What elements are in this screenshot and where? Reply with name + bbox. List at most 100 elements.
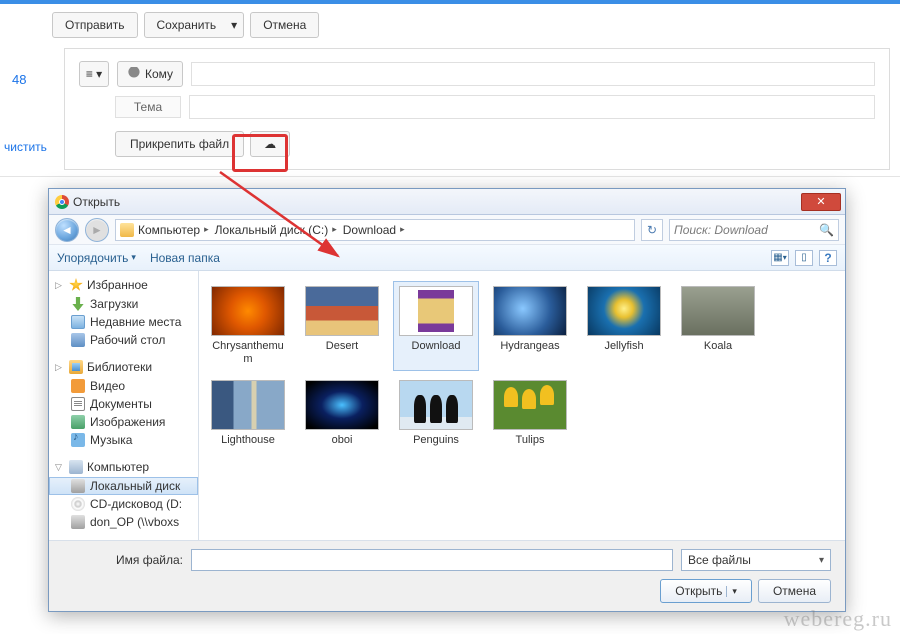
sidebar-cd[interactable]: CD-дисковод (D:	[49, 495, 198, 513]
file-item[interactable]: Download	[393, 281, 479, 371]
compose-panel: Отправить Сохранить ▾ Отмена ≡ ▾ Кому Те…	[0, 4, 900, 177]
file-open-dialog: Открыть ✕ ◄ ► Компьютер Локальный диск (…	[48, 188, 846, 612]
sidebar-desktop[interactable]: Рабочий стол	[49, 331, 198, 349]
cd-icon	[71, 497, 85, 511]
breadcrumb-segment[interactable]: Компьютер	[138, 223, 211, 237]
nav-forward-button[interactable]: ►	[85, 218, 109, 242]
sidebar-pictures[interactable]: Изображения	[49, 413, 198, 431]
file-item[interactable]: Jellyfish	[581, 281, 667, 371]
clear-link[interactable]: чистить	[4, 140, 47, 154]
search-placeholder: Поиск: Download	[674, 223, 768, 237]
chrome-icon	[55, 195, 69, 209]
file-thumbnail	[493, 286, 567, 336]
refresh-button[interactable]: ↻	[641, 219, 663, 241]
music-icon	[71, 433, 85, 447]
list-toggle-button[interactable]: ≡ ▾	[79, 61, 109, 87]
pane-icon: ▯	[801, 252, 807, 263]
file-label: Hydrangeas	[500, 340, 559, 353]
filename-input[interactable]	[191, 549, 673, 571]
file-label: Chrysanthemum	[208, 340, 288, 366]
library-icon	[69, 360, 83, 374]
sidebar-downloads[interactable]: Загрузки	[49, 295, 198, 313]
file-thumbnail	[211, 286, 285, 336]
dialog-close-button[interactable]: ✕	[801, 193, 841, 211]
filename-label: Имя файла:	[63, 553, 183, 567]
sidebar-favorites[interactable]: Избранное	[49, 275, 198, 295]
file-thumbnail	[681, 286, 755, 336]
search-input[interactable]: Поиск: Download 🔍	[669, 219, 839, 241]
file-thumbnail	[211, 380, 285, 430]
file-thumbnail	[587, 286, 661, 336]
file-item[interactable]: Lighthouse	[205, 375, 291, 452]
sidebar-computer[interactable]: Компьютер	[49, 457, 198, 477]
video-icon	[71, 379, 85, 393]
file-label: Download	[412, 340, 461, 353]
person-icon	[127, 67, 141, 81]
subject-label: Тема	[115, 96, 181, 118]
sidebar-music[interactable]: Музыка	[49, 431, 198, 449]
file-label: Penguins	[413, 434, 459, 447]
cancel-button[interactable]: Отмена	[250, 12, 319, 38]
star-icon	[69, 278, 83, 292]
breadcrumb-segment[interactable]: Download	[343, 223, 407, 237]
file-item[interactable]: Penguins	[393, 375, 479, 452]
arrow-left-icon: ◄	[61, 223, 73, 237]
new-folder-button[interactable]: Новая папка	[150, 251, 220, 265]
sidebar-localdisk[interactable]: Локальный диск	[49, 477, 198, 495]
file-item[interactable]: oboi	[299, 375, 385, 452]
view-mode-button[interactable]: ▦▾	[771, 250, 789, 266]
sidebar-recent[interactable]: Недавние места	[49, 313, 198, 331]
file-thumbnail	[305, 286, 379, 336]
breadcrumb-segment[interactable]: Локальный диск (C:)	[215, 223, 339, 237]
help-icon: ?	[824, 251, 831, 265]
preview-pane-button[interactable]: ▯	[795, 250, 813, 266]
to-button[interactable]: Кому	[117, 61, 183, 87]
organize-menu[interactable]: Упорядочить▾	[57, 251, 136, 265]
save-dropdown[interactable]: ▾	[225, 12, 244, 38]
download-icon	[71, 297, 85, 311]
close-icon: ✕	[816, 195, 825, 208]
image-icon	[71, 415, 85, 429]
nav-back-button[interactable]: ◄	[55, 218, 79, 242]
sidebar-network[interactable]: don_OP (\\vboxs	[49, 513, 198, 531]
folder-icon	[120, 223, 134, 237]
view-icon: ▦	[773, 252, 782, 263]
breadcrumb-bar[interactable]: Компьютер Локальный диск (C:) Download	[115, 219, 635, 241]
dialog-cancel-button[interactable]: Отмена	[758, 579, 831, 603]
file-type-filter[interactable]: Все файлы	[681, 549, 831, 571]
subject-input[interactable]	[189, 95, 875, 119]
attach-cloud-button[interactable]: ☁	[250, 131, 290, 157]
attach-file-button[interactable]: Прикрепить файл	[115, 131, 244, 157]
search-icon: 🔍	[819, 223, 834, 237]
arrow-right-icon: ►	[91, 223, 103, 237]
dialog-title: Открыть	[73, 195, 120, 209]
file-item[interactable]: Chrysanthemum	[205, 281, 291, 371]
to-label: Кому	[145, 67, 173, 81]
refresh-icon: ↻	[647, 223, 657, 237]
sidebar-videos[interactable]: Видео	[49, 377, 198, 395]
file-item[interactable]: Desert	[299, 281, 385, 371]
file-thumbnail	[305, 380, 379, 430]
document-icon	[71, 397, 85, 411]
file-label: Lighthouse	[221, 434, 275, 447]
file-label: Jellyfish	[604, 340, 643, 353]
sidebar-documents[interactable]: Документы	[49, 395, 198, 413]
unread-count: 48	[12, 72, 26, 87]
open-button[interactable]: Открыть▾	[660, 579, 752, 603]
to-input[interactable]	[191, 62, 875, 86]
open-dropdown[interactable]: ▾	[726, 586, 737, 597]
sidebar-tree[interactable]: Избранное Загрузки Недавние места Рабочи…	[49, 271, 199, 540]
dialog-titlebar[interactable]: Открыть ✕	[49, 189, 845, 215]
send-button[interactable]: Отправить	[52, 12, 138, 38]
file-item[interactable]: Koala	[675, 281, 761, 371]
file-label: Koala	[704, 340, 732, 353]
file-pane[interactable]: Chrysanthemum Desert Download Hydrangeas Jel…	[199, 271, 845, 540]
file-thumbnail	[399, 380, 473, 430]
help-button[interactable]: ?	[819, 250, 837, 266]
file-label: Tulips	[516, 434, 545, 447]
sidebar-libraries[interactable]: Библиотеки	[49, 357, 198, 377]
network-drive-icon	[71, 515, 85, 529]
file-item[interactable]: Hydrangeas	[487, 281, 573, 371]
save-button[interactable]: Сохранить	[144, 12, 230, 38]
file-item[interactable]: Tulips	[487, 375, 573, 452]
